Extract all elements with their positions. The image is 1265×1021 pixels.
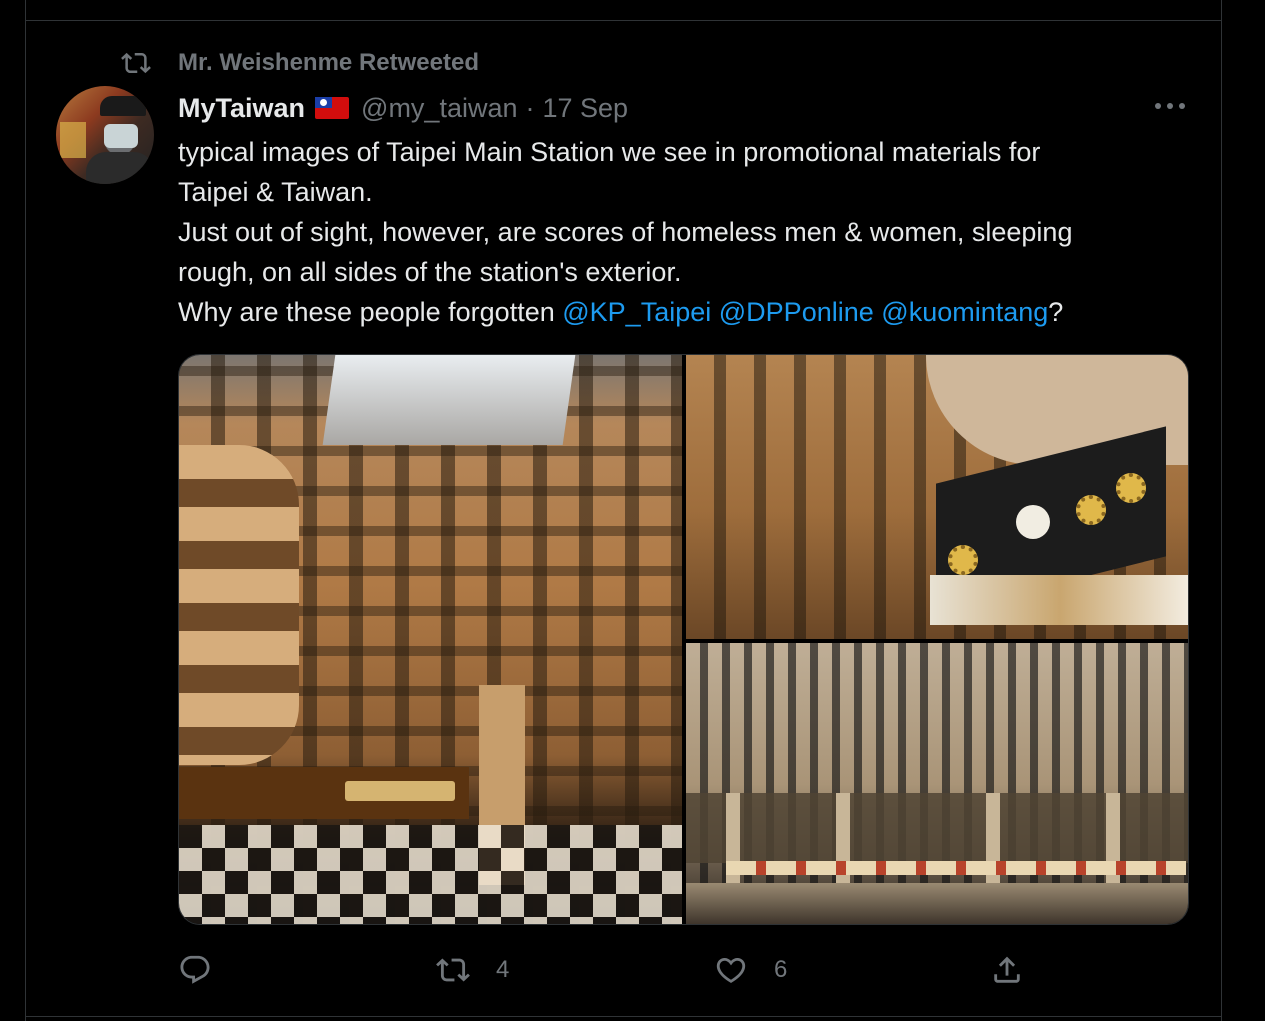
photo-food-banner	[930, 575, 1188, 625]
tweet-header: MyTaiwan @my_taiwan · 17 Sep	[178, 88, 628, 128]
tweet-separator-bottom	[25, 1016, 1222, 1017]
more-dot	[1155, 103, 1161, 109]
photo-station-hall[interactable]	[179, 355, 682, 924]
avatar[interactable]	[56, 86, 154, 184]
share-icon	[994, 956, 1020, 983]
more-dot	[1179, 103, 1185, 109]
reply-icon	[180, 955, 210, 984]
tweet-line: rough, on all sides of the station's ext…	[178, 257, 682, 287]
photo-shopfronts	[726, 861, 1186, 875]
separator-dot: ·	[525, 92, 535, 123]
tweet-line: Taipei & Taiwan.	[178, 177, 373, 207]
avatar-bg	[60, 122, 86, 158]
photo-gear	[1076, 495, 1106, 525]
author-handle[interactable]: @my_taiwan	[361, 93, 517, 124]
tweet-line-mentions: Why are these people forgotten @KP_Taipe…	[178, 292, 1188, 332]
author-name[interactable]: MyTaiwan	[178, 93, 305, 124]
tweet-actions: 4 6	[178, 948, 1048, 992]
more-options-icon[interactable]	[1152, 92, 1188, 120]
retweet-button[interactable]: 4	[436, 948, 509, 992]
tweet-line: typical images of Taipei Main Station we…	[178, 137, 1041, 167]
tweet-line-prefix: Why are these people forgotten	[178, 297, 563, 327]
retweet-banner[interactable]: Mr. Weishenme Retweeted	[118, 46, 479, 80]
tweet-separator	[25, 20, 1222, 21]
photo-checkered-floor	[179, 825, 682, 924]
media-grid	[178, 354, 1189, 925]
retweet-count: 4	[496, 956, 510, 983]
photo-skylight	[322, 355, 576, 445]
photo-station-clock[interactable]	[686, 355, 1188, 639]
photo-sign-lettering	[345, 781, 455, 801]
heart-icon	[716, 957, 746, 983]
more-dot	[1167, 103, 1173, 109]
photo-gear	[1116, 473, 1146, 503]
avatar-mask	[104, 124, 138, 148]
mention-link[interactable]: @DPPonline	[719, 297, 874, 327]
mention-link[interactable]: @KP_Taipei	[562, 297, 711, 327]
tweet-text: typical images of Taipei Main Station we…	[178, 132, 1188, 332]
tweet-date[interactable]: 17 Sep	[543, 93, 629, 124]
share-button[interactable]	[990, 948, 1050, 992]
taiwan-flag-icon	[315, 97, 350, 119]
photo-clock	[1016, 505, 1050, 539]
tweet-line-suffix: ?	[1048, 297, 1064, 327]
photo-balconies	[179, 445, 299, 765]
frame-border-left	[25, 0, 26, 1021]
media-divider	[686, 639, 1188, 643]
avatar-shirt	[86, 152, 154, 184]
retweet-text[interactable]: Mr. Weishenme Retweeted	[178, 49, 479, 77]
reply-button[interactable]	[178, 948, 238, 992]
mention-link[interactable]: @kuomintang	[881, 297, 1048, 327]
like-button[interactable]: 6	[714, 948, 787, 992]
photo-station-facade[interactable]	[686, 643, 1188, 924]
tweet-line: Just out of sight, however, are scores o…	[178, 217, 1073, 247]
retweet-icon	[121, 52, 151, 74]
like-count: 6	[774, 956, 788, 983]
retweet-icon	[436, 958, 470, 982]
photo-gear	[948, 545, 978, 575]
avatar-hat	[100, 96, 146, 116]
frame-border-right	[1221, 0, 1222, 1021]
photo-floor	[686, 883, 1188, 924]
